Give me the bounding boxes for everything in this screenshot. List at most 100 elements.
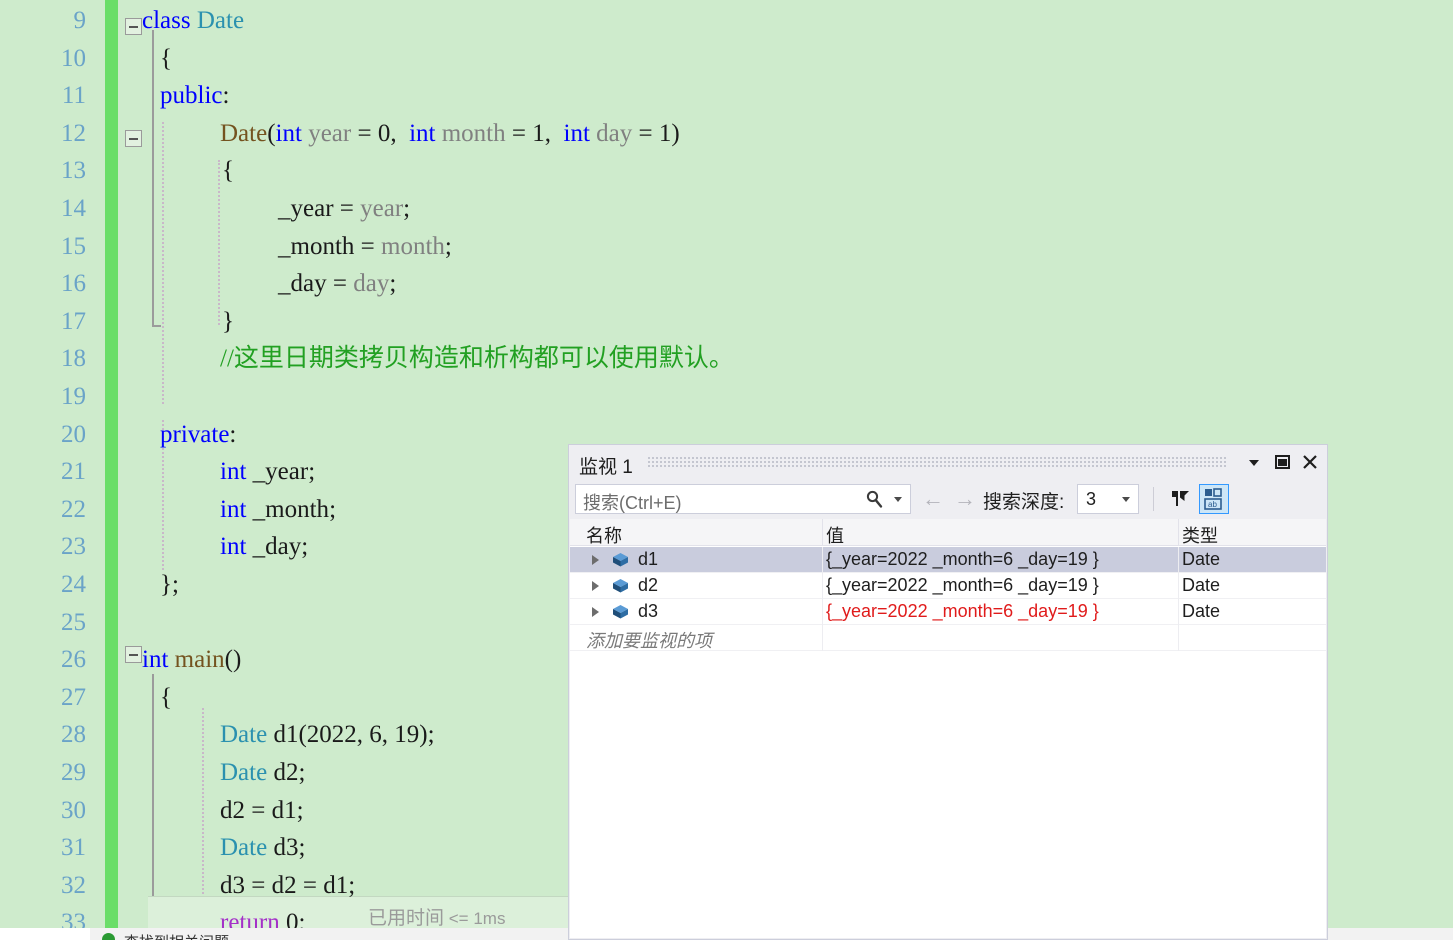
watch-row-value[interactable]: {_year=2022 _month=6 _day=19 }	[826, 549, 1099, 570]
code-token: {	[160, 683, 172, 711]
code-token: ,	[390, 119, 410, 147]
code-line[interactable]: 19	[61, 378, 1453, 416]
code-line[interactable]: 18 //这里日期类拷贝构造和析构都可以使用默认。	[61, 340, 1453, 378]
code-token: =	[302, 871, 324, 899]
code-token: d1	[323, 871, 349, 899]
expand-arrow-icon[interactable]	[592, 581, 599, 591]
show-in-source-button[interactable]: ab	[1199, 484, 1229, 514]
code-token: 2022	[306, 721, 357, 749]
float-window-icon[interactable]	[1270, 451, 1294, 473]
search-options-chevron-icon[interactable]	[894, 497, 902, 502]
expand-arrow-icon[interactable]	[592, 555, 599, 565]
drag-handle[interactable]	[647, 456, 1227, 467]
code-token: int	[409, 119, 436, 147]
search-depth-label: 搜索深度:	[983, 492, 1065, 513]
pin-filter-button[interactable]	[1165, 484, 1195, 514]
search-placeholder: 搜索(Ctrl+E)	[583, 493, 682, 513]
elapsed-time-annotation: 已用时间 <= 1ms	[368, 903, 505, 928]
close-icon[interactable]	[1298, 451, 1322, 473]
line-number: 12	[61, 119, 86, 147]
struct-cube-icon	[612, 604, 629, 620]
svg-text:ab: ab	[1208, 500, 1217, 509]
code-line-text: d3 = d2 = d1;	[220, 867, 355, 905]
chevron-down-icon[interactable]	[1122, 497, 1130, 502]
code-line[interactable]: 12 Date(int year = 0, int month = 1, int …	[61, 115, 1453, 153]
chevron-down-icon[interactable]	[1242, 451, 1266, 473]
code-token: d1	[271, 796, 297, 824]
code-token: 1	[532, 119, 545, 147]
code-line-text: {	[160, 40, 172, 78]
watch-grid[interactable]: 名称 值 类型 d1 {_year=2022 _month=6 _day=19 }…	[570, 519, 1326, 938]
code-line[interactable]: 11 public:	[62, 77, 1453, 115]
elapsed-time-value: <= 1ms	[448, 909, 506, 928]
column-divider-1[interactable]	[822, 519, 823, 546]
column-header-name[interactable]: 名称	[586, 522, 622, 548]
watch-row-name[interactable]: d1	[638, 549, 658, 570]
line-number: 16	[61, 270, 86, 298]
code-token: 6	[369, 721, 382, 749]
code-line[interactable]: 15 _month = month;	[61, 228, 1453, 266]
code-token: =	[357, 119, 378, 147]
search-next-button[interactable]: →	[953, 488, 977, 510]
code-token: ,	[544, 119, 564, 147]
watch-toolbar[interactable]: 搜索(Ctrl+E) ← → 搜索深度: 3 ab	[569, 479, 1327, 519]
watch-row-value[interactable]: {_year=2022 _month=6 _day=19 }	[826, 575, 1099, 596]
code-token: d2	[220, 796, 252, 824]
status-bar-text: 查找到相关问题	[124, 931, 229, 940]
code-token: (	[267, 119, 276, 147]
code-line[interactable]: 17}	[61, 303, 1453, 341]
code-line[interactable]: 14 _year = year;	[61, 190, 1453, 228]
code-token: int	[563, 119, 590, 147]
code-token: Date	[220, 759, 268, 786]
code-token: ,	[381, 721, 395, 749]
code-token: =	[360, 232, 382, 260]
column-header-type[interactable]: 类型	[1182, 522, 1218, 548]
watch-row[interactable]: d2 {_year=2022 _month=6 _day=19 } Date	[570, 573, 1326, 599]
column-header-value[interactable]: 值	[826, 522, 844, 548]
code-line[interactable]: 13 {	[61, 152, 1453, 190]
line-number: 27	[61, 683, 86, 711]
code-token: 1	[658, 119, 672, 147]
watch-grid-header[interactable]: 名称 值 类型	[570, 519, 1326, 546]
expand-arrow-icon[interactable]	[592, 607, 599, 617]
search-prev-button[interactable]: ←	[921, 488, 945, 510]
code-token: d3	[220, 871, 252, 899]
code-token: (	[298, 721, 307, 749]
watch-row[interactable]: d1 {_year=2022 _month=6 _day=19 } Date	[570, 547, 1326, 573]
cell-divider	[822, 625, 823, 651]
watch-window-titlebar[interactable]: 监视 1	[569, 445, 1327, 479]
watch-row-name[interactable]: d3	[638, 601, 658, 622]
add-watch-item-row[interactable]: 添加要监视的项	[570, 625, 1326, 651]
code-token: =	[251, 871, 272, 899]
cell-divider	[1178, 599, 1179, 625]
code-token: ;	[301, 533, 309, 561]
search-input[interactable]: 搜索(Ctrl+E)	[575, 484, 911, 514]
code-token: month	[381, 232, 445, 260]
watch-window[interactable]: 监视 1 搜索(Ctrl+E) ← → 搜索深度: 3 ab 名称 值 类型 d…	[568, 444, 1328, 940]
column-divider-2[interactable]	[1178, 519, 1179, 546]
code-token: _day	[246, 533, 302, 561]
code-token: ;	[444, 232, 452, 260]
watch-window-title: 监视 1	[579, 457, 633, 478]
search-icon[interactable]	[864, 489, 884, 509]
code-line-text: _year = year;	[278, 190, 410, 228]
code-token: day	[353, 270, 390, 298]
status-indicator-dot	[102, 933, 115, 940]
line-number: 29	[61, 759, 86, 786]
line-number: 11	[61, 82, 86, 110]
code-token: )	[671, 119, 680, 147]
code-line[interactable]: 10 {	[61, 40, 1453, 78]
code-line[interactable]: 16 _day = day;	[61, 265, 1453, 303]
line-number: 26	[61, 646, 86, 674]
watch-row[interactable]: d3 {_year=2022 _month=6 _day=19 } Date	[570, 599, 1326, 625]
code-line-text: _day = day;	[278, 265, 396, 303]
code-token: ;	[298, 834, 306, 862]
search-depth-select[interactable]: 3	[1077, 484, 1139, 514]
code-line-text: d2 = d1;	[220, 792, 304, 830]
code-line[interactable]: 9 class Date	[74, 2, 1453, 40]
watch-row-name[interactable]: d2	[638, 575, 658, 596]
code-line-text: Date(int year = 0, int month = 1, int da…	[220, 115, 680, 153]
code-line-text: }	[222, 303, 234, 341]
watch-row-value[interactable]: {_year=2022 _month=6 _day=19 }	[826, 601, 1099, 622]
code-line-text: {	[222, 152, 234, 190]
